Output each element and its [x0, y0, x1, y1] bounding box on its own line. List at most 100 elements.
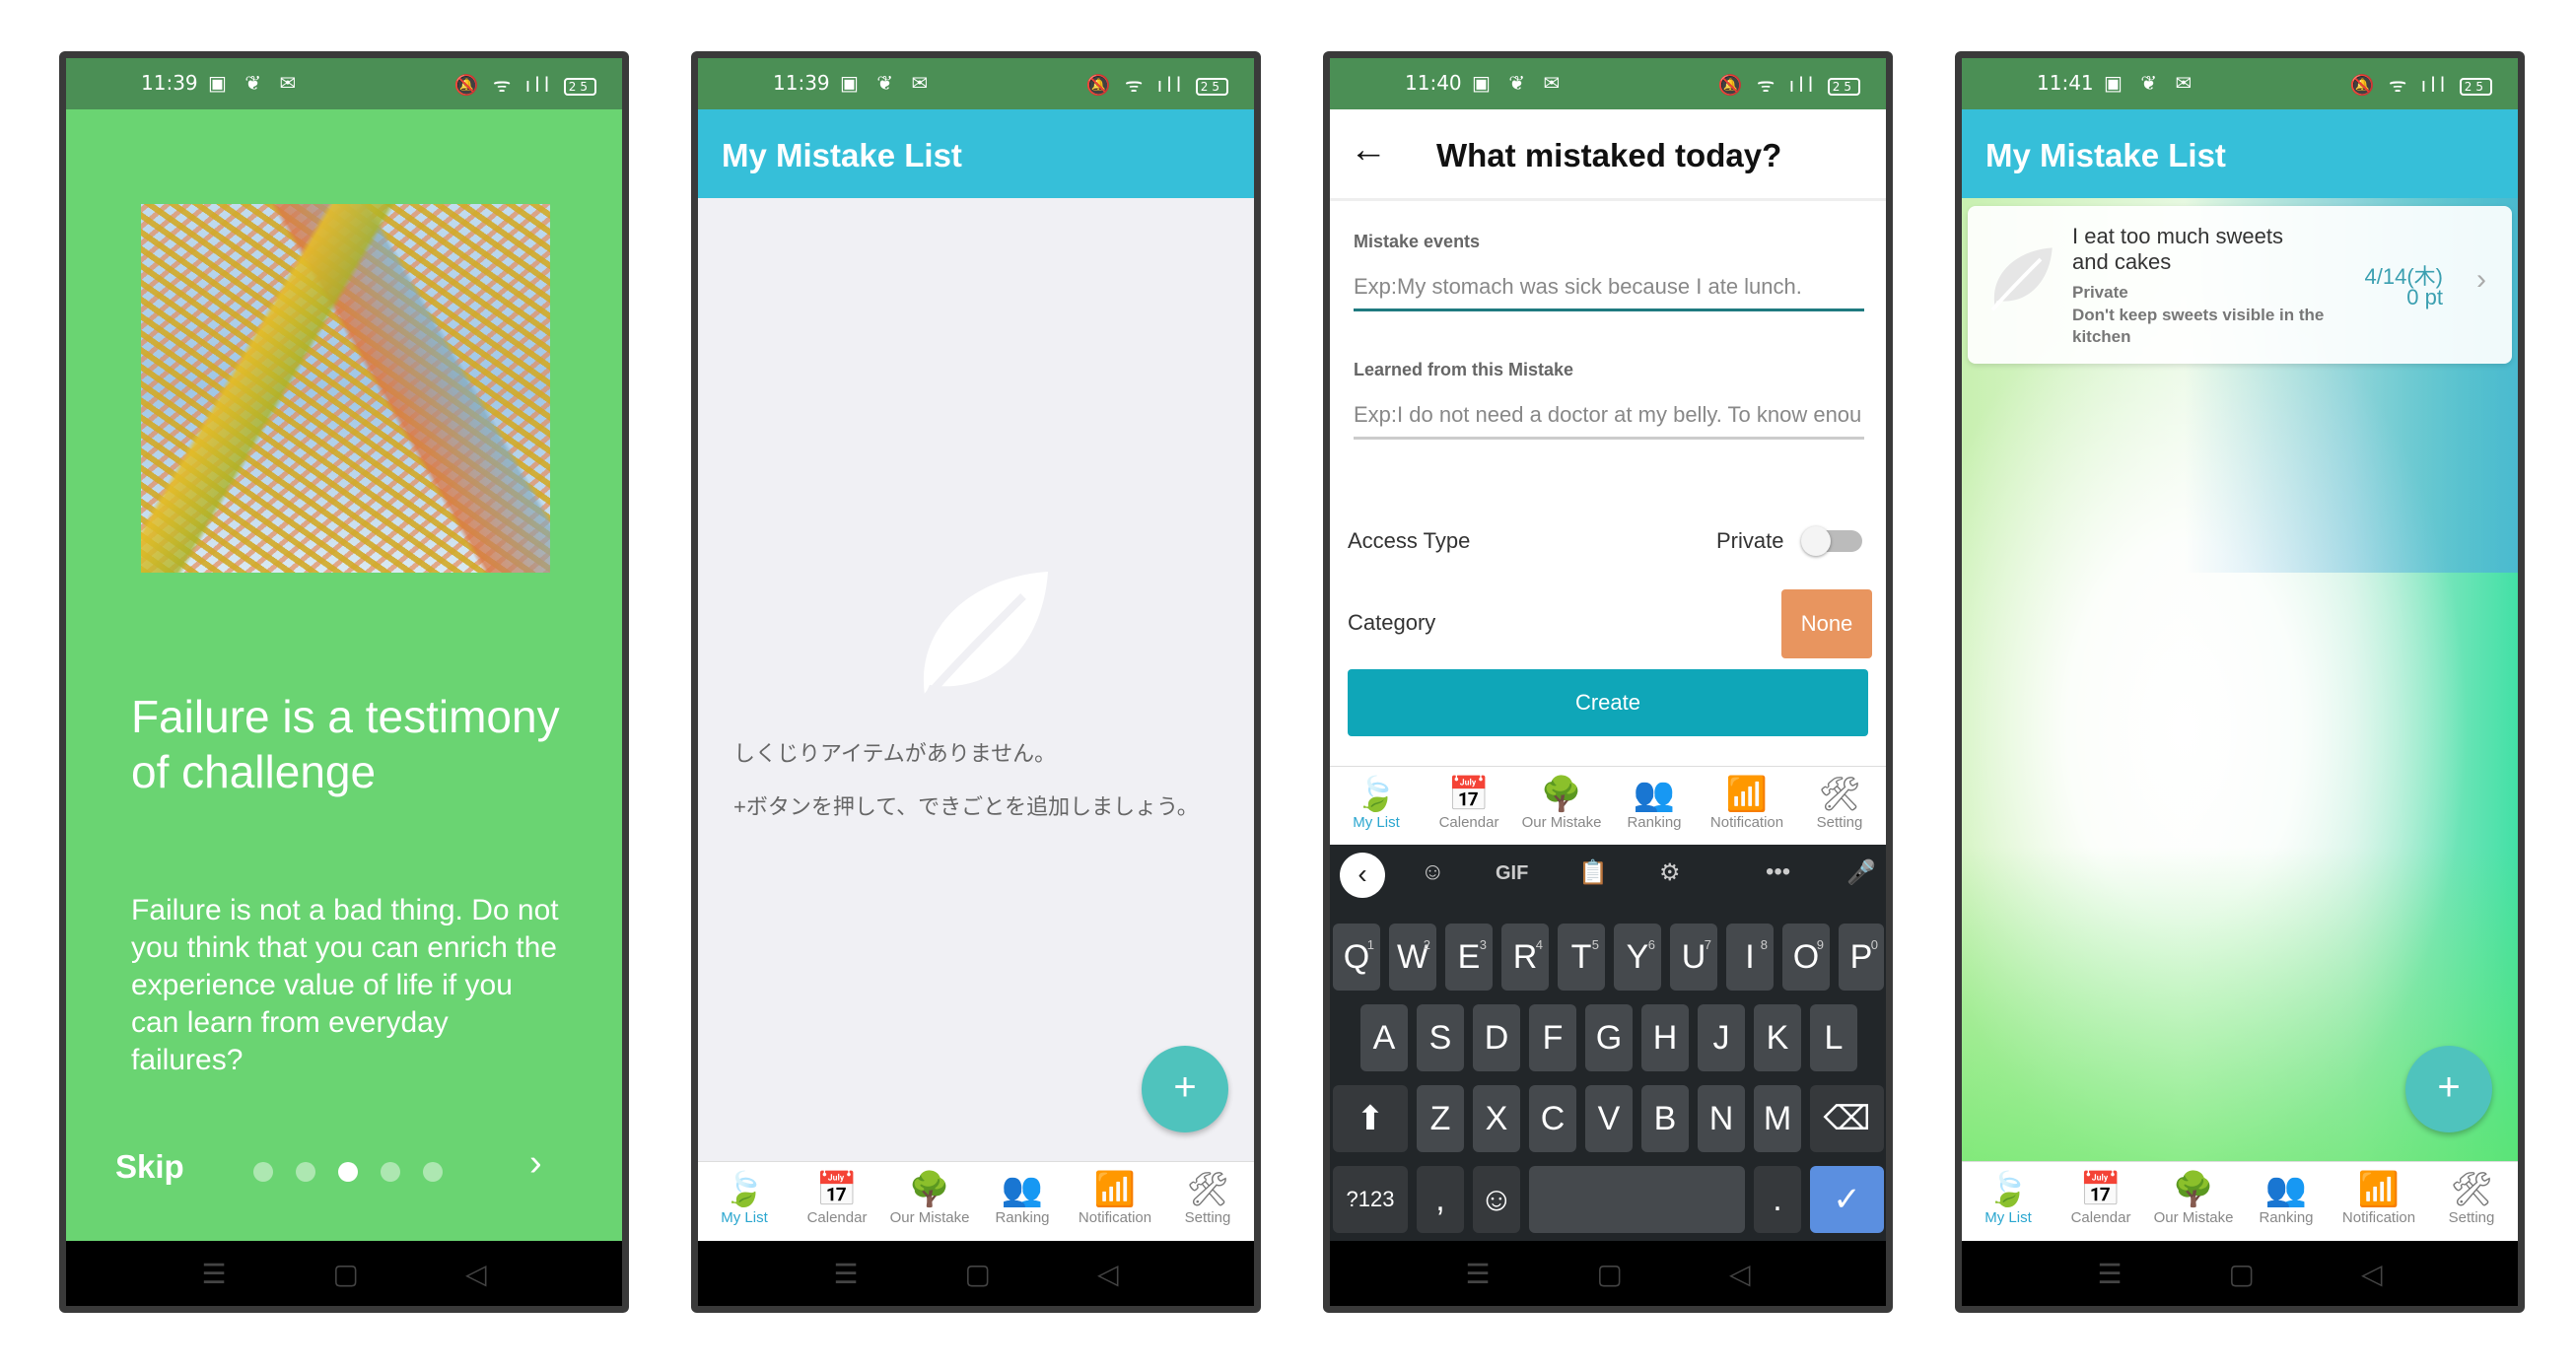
battery-icon: 25	[2459, 77, 2492, 96]
key-p[interactable]: P0	[1839, 924, 1884, 991]
backspace-key[interactable]: ⌫	[1810, 1085, 1884, 1152]
clipboard-icon[interactable]: 📋	[1578, 858, 1608, 887]
access-type-toggle[interactable]	[1801, 526, 1862, 556]
tab-my-list[interactable]: 🍃 My List	[1962, 1162, 2054, 1241]
page-dot[interactable]	[423, 1162, 443, 1182]
tab-ranking[interactable]: 👥 Ranking	[1608, 767, 1701, 846]
back-icon[interactable]: ◁	[1729, 1258, 1751, 1290]
add-button[interactable]: +	[1142, 1046, 1228, 1132]
tab-notification[interactable]: 📶 Notification	[1701, 767, 1793, 846]
tab-my-list[interactable]: 🍃 My List	[698, 1162, 791, 1241]
key-l[interactable]: L	[1810, 1004, 1857, 1071]
form-header: ← What mistaked today?	[1330, 109, 1886, 201]
key-m[interactable]: M	[1754, 1085, 1801, 1152]
key-x[interactable]: X	[1473, 1085, 1520, 1152]
home-icon[interactable]: ▢	[2229, 1258, 2255, 1290]
key-v[interactable]: V	[1585, 1085, 1633, 1152]
recents-icon[interactable]: ☰	[1465, 1258, 1490, 1290]
key-k[interactable]: K	[1754, 1004, 1801, 1071]
key-b[interactable]: B	[1641, 1085, 1689, 1152]
tab-calendar[interactable]: 📅 Calendar	[2054, 1162, 2147, 1241]
key-f[interactable]: F	[1529, 1004, 1576, 1071]
key-a[interactable]: A	[1360, 1004, 1408, 1071]
back-icon[interactable]: ◁	[1097, 1258, 1119, 1290]
enter-key[interactable]: ✓	[1810, 1166, 1884, 1233]
page-dot[interactable]	[296, 1162, 315, 1182]
home-icon[interactable]: ▢	[965, 1258, 991, 1290]
tab-ranking[interactable]: 👥 Ranking	[2240, 1162, 2332, 1241]
page-dot[interactable]	[253, 1162, 273, 1182]
people-icon: 👥	[1633, 776, 1676, 813]
key-z[interactable]: Z	[1417, 1085, 1464, 1152]
category-button[interactable]: None	[1781, 589, 1872, 658]
page-title: My Mistake List	[1985, 137, 2226, 173]
key-j[interactable]: J	[1698, 1004, 1745, 1071]
recents-icon[interactable]: ☰	[833, 1258, 858, 1290]
sticker-icon[interactable]: ☺	[1421, 858, 1445, 886]
key-s[interactable]: S	[1417, 1004, 1464, 1071]
tab-ranking[interactable]: 👥 Ranking	[976, 1162, 1069, 1241]
key-c[interactable]: C	[1529, 1085, 1576, 1152]
symbols-key[interactable]: ?123	[1333, 1166, 1408, 1233]
back-icon[interactable]: ◁	[465, 1258, 487, 1290]
leaf-icon: 🍃	[1986, 1171, 2030, 1208]
list-item[interactable]: I eat too much sweets and cakes Private …	[1968, 206, 2512, 364]
key-y[interactable]: Y6	[1614, 924, 1661, 991]
key-d[interactable]: D	[1473, 1004, 1520, 1071]
tab-setting[interactable]: 🛠 Setting	[1161, 1162, 1254, 1241]
home-icon[interactable]: ▢	[1597, 1258, 1623, 1290]
gif-icon[interactable]: GIF	[1496, 862, 1528, 885]
tab-calendar[interactable]: 📅 Calendar	[791, 1162, 883, 1241]
status-time: 11:39	[141, 71, 198, 95]
home-icon[interactable]: ▢	[333, 1258, 359, 1290]
tab-our-mistake[interactable]: 🌳 Our Mistake	[2147, 1162, 2240, 1241]
key-t[interactable]: T5	[1558, 924, 1605, 991]
key-g[interactable]: G	[1585, 1004, 1633, 1071]
key-n[interactable]: N	[1698, 1085, 1745, 1152]
back-icon[interactable]: ◁	[2361, 1258, 2383, 1290]
key-q[interactable]: Q1	[1333, 924, 1380, 991]
key-h[interactable]: H	[1641, 1004, 1689, 1071]
tab-our-mistake[interactable]: 🌳 Our Mistake	[883, 1162, 976, 1241]
tab-our-mistake[interactable]: 🌳 Our Mistake	[1515, 767, 1608, 846]
microphone-icon[interactable]: 🎤	[1846, 858, 1876, 887]
access-type-label: Access Type	[1348, 528, 1471, 553]
tab-setting[interactable]: 🛠 Setting	[1793, 767, 1886, 846]
recents-icon[interactable]: ☰	[2097, 1258, 2122, 1290]
key-r[interactable]: R4	[1501, 924, 1549, 991]
period-key[interactable]: .	[1754, 1166, 1801, 1233]
tab-notification[interactable]: 📶 Notification	[2332, 1162, 2425, 1241]
back-arrow-icon[interactable]: ←	[1350, 129, 1387, 171]
tab-my-list[interactable]: 🍃 My List	[1330, 767, 1423, 846]
page-dot-active[interactable]	[338, 1162, 358, 1182]
key-u[interactable]: U7	[1670, 924, 1717, 991]
keyboard-collapse-icon[interactable]: ‹	[1340, 853, 1385, 898]
next-arrow-button[interactable]: ›	[529, 1142, 542, 1185]
wifi-icon: 📶	[2357, 1171, 2401, 1208]
gear-icon[interactable]: ⚙	[1659, 858, 1681, 887]
shift-key[interactable]: ⬆	[1333, 1085, 1408, 1152]
space-key[interactable]	[1529, 1166, 1745, 1233]
learned-input[interactable]	[1354, 393, 1864, 440]
add-button[interactable]: +	[2405, 1046, 2492, 1132]
emoji-key[interactable]: ☺	[1473, 1166, 1520, 1233]
tab-notification[interactable]: 📶 Notification	[1069, 1162, 1161, 1241]
system-nav-bar: ☰ ▢ ◁	[1330, 1241, 1886, 1306]
tab-calendar[interactable]: 📅 Calendar	[1423, 767, 1515, 846]
comma-key[interactable]: ,	[1417, 1166, 1464, 1233]
create-button[interactable]: Create	[1348, 669, 1868, 736]
system-nav-bar: ☰ ▢ ◁	[698, 1241, 1254, 1306]
recents-icon[interactable]: ☰	[201, 1258, 226, 1290]
skip-button[interactable]: Skip	[115, 1148, 184, 1186]
mistake-events-input[interactable]	[1354, 265, 1864, 311]
key-i[interactable]: I8	[1726, 924, 1774, 991]
page-dot[interactable]	[381, 1162, 400, 1182]
key-e[interactable]: E3	[1445, 924, 1493, 991]
status-bar: 11:39 ▣ ❦ ✉ 🔕 ᯤ ıll 25	[66, 58, 622, 109]
app-bar: My Mistake List	[1962, 109, 2518, 198]
people-icon: 👥	[1001, 1171, 1044, 1208]
more-icon[interactable]: •••	[1766, 858, 1790, 886]
key-w[interactable]: W2	[1389, 924, 1436, 991]
key-o[interactable]: O9	[1782, 924, 1830, 991]
tab-setting[interactable]: 🛠 Setting	[2425, 1162, 2518, 1241]
